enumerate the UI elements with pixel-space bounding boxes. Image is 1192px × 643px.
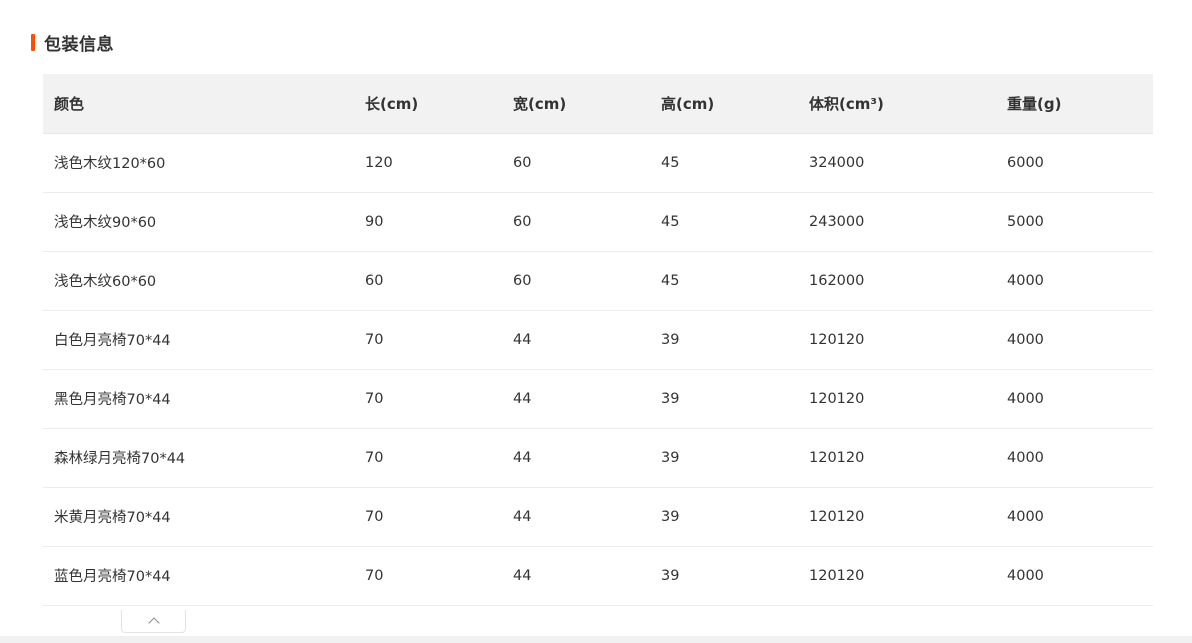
cell-length: 90 bbox=[354, 192, 502, 252]
cell-width: 44 bbox=[502, 310, 650, 370]
collapse-toggle-button[interactable] bbox=[121, 610, 186, 633]
section-title: 包装信息 bbox=[44, 34, 114, 55]
cell-color: 蓝色月亮椅70*44 bbox=[43, 546, 354, 606]
cell-width: 60 bbox=[502, 251, 650, 311]
cell-weight: 4000 bbox=[996, 487, 1153, 547]
cell-weight: 4000 bbox=[996, 369, 1153, 429]
cell-weight: 4000 bbox=[996, 310, 1153, 370]
column-header-color: 颜色 bbox=[43, 74, 354, 134]
cell-width: 60 bbox=[502, 133, 650, 193]
chevron-up-icon bbox=[147, 616, 160, 629]
cell-width: 44 bbox=[502, 428, 650, 488]
packaging-table: 颜色 长(cm) 宽(cm) 高(cm) 体积(cm³) 重量(g) 浅色木纹1… bbox=[43, 74, 1153, 606]
section-header: 包装信息 bbox=[31, 30, 114, 55]
table-row: 蓝色月亮椅70*44 70 44 39 120120 4000 bbox=[43, 546, 1153, 606]
table-row: 米黄月亮椅70*44 70 44 39 120120 4000 bbox=[43, 487, 1153, 547]
table-row: 白色月亮椅70*44 70 44 39 120120 4000 bbox=[43, 310, 1153, 370]
column-header-height: 高(cm) bbox=[650, 74, 798, 134]
cell-height: 45 bbox=[650, 251, 798, 311]
cell-volume: 162000 bbox=[798, 251, 996, 311]
cell-length: 70 bbox=[354, 310, 502, 370]
cell-volume: 120120 bbox=[798, 546, 996, 606]
cell-height: 45 bbox=[650, 133, 798, 193]
cell-height: 39 bbox=[650, 310, 798, 370]
column-header-weight: 重量(g) bbox=[996, 74, 1153, 134]
column-header-length: 长(cm) bbox=[354, 74, 502, 134]
table-row: 浅色木纹60*60 60 60 45 162000 4000 bbox=[43, 251, 1153, 311]
cell-length: 120 bbox=[354, 133, 502, 193]
cell-weight: 6000 bbox=[996, 133, 1153, 193]
cell-width: 44 bbox=[502, 369, 650, 429]
cell-length: 70 bbox=[354, 428, 502, 488]
cell-color: 浅色木纹90*60 bbox=[43, 192, 354, 252]
bottom-divider-strip bbox=[0, 636, 1192, 643]
table-row: 黑色月亮椅70*44 70 44 39 120120 4000 bbox=[43, 369, 1153, 429]
table-header-row: 颜色 长(cm) 宽(cm) 高(cm) 体积(cm³) 重量(g) bbox=[43, 74, 1153, 134]
section-accent-bar bbox=[31, 33, 35, 51]
cell-volume: 324000 bbox=[798, 133, 996, 193]
table-row: 浅色木纹90*60 90 60 45 243000 5000 bbox=[43, 192, 1153, 252]
cell-weight: 4000 bbox=[996, 251, 1153, 311]
cell-width: 44 bbox=[502, 546, 650, 606]
cell-height: 45 bbox=[650, 192, 798, 252]
cell-weight: 4000 bbox=[996, 428, 1153, 488]
cell-weight: 5000 bbox=[996, 192, 1153, 252]
cell-color: 白色月亮椅70*44 bbox=[43, 310, 354, 370]
cell-width: 44 bbox=[502, 487, 650, 547]
cell-volume: 120120 bbox=[798, 487, 996, 547]
cell-color: 米黄月亮椅70*44 bbox=[43, 487, 354, 547]
cell-length: 60 bbox=[354, 251, 502, 311]
cell-volume: 243000 bbox=[798, 192, 996, 252]
column-header-width: 宽(cm) bbox=[502, 74, 650, 134]
cell-height: 39 bbox=[650, 369, 798, 429]
cell-height: 39 bbox=[650, 546, 798, 606]
cell-width: 60 bbox=[502, 192, 650, 252]
cell-color: 森林绿月亮椅70*44 bbox=[43, 428, 354, 488]
cell-volume: 120120 bbox=[798, 428, 996, 488]
cell-color: 黑色月亮椅70*44 bbox=[43, 369, 354, 429]
cell-length: 70 bbox=[354, 369, 502, 429]
cell-color: 浅色木纹60*60 bbox=[43, 251, 354, 311]
table-row: 浅色木纹120*60 120 60 45 324000 6000 bbox=[43, 133, 1153, 193]
column-header-volume: 体积(cm³) bbox=[798, 74, 996, 134]
cell-height: 39 bbox=[650, 428, 798, 488]
cell-volume: 120120 bbox=[798, 369, 996, 429]
cell-volume: 120120 bbox=[798, 310, 996, 370]
cell-length: 70 bbox=[354, 546, 502, 606]
cell-weight: 4000 bbox=[996, 546, 1153, 606]
cell-height: 39 bbox=[650, 487, 798, 547]
table-row: 森林绿月亮椅70*44 70 44 39 120120 4000 bbox=[43, 428, 1153, 488]
cell-length: 70 bbox=[354, 487, 502, 547]
cell-color: 浅色木纹120*60 bbox=[43, 133, 354, 193]
